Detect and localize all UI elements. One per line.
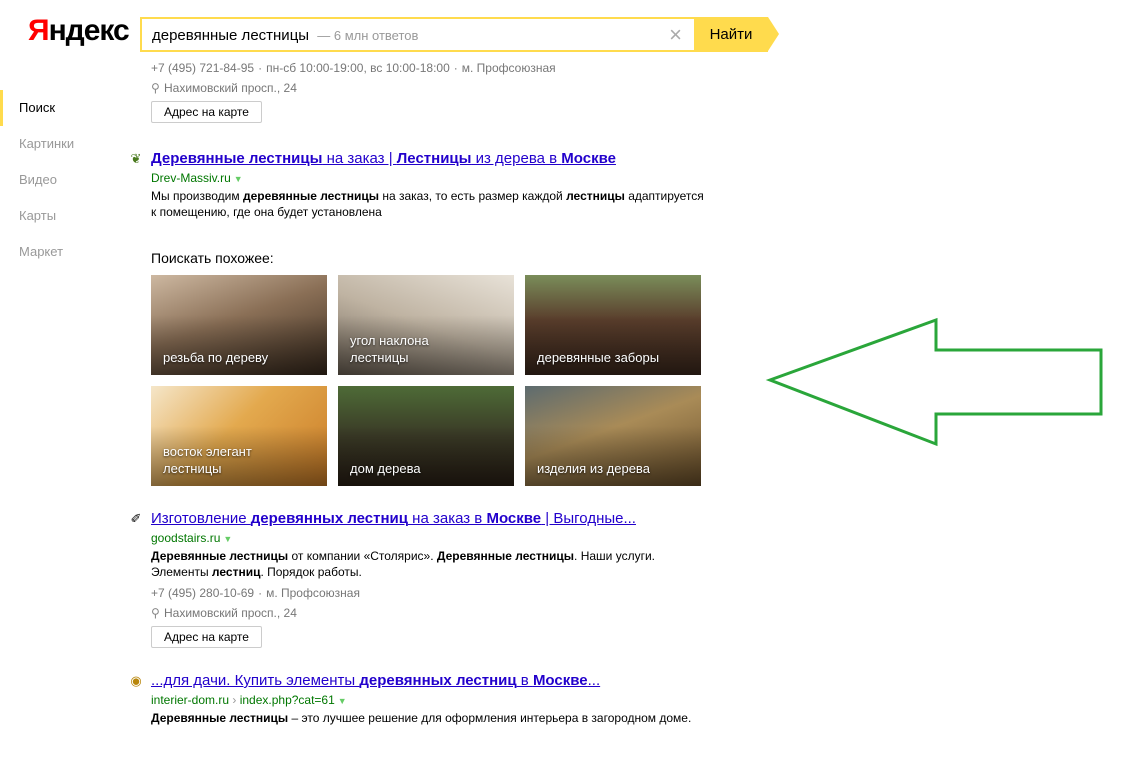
left-arrow-icon bbox=[765, 317, 1103, 447]
arrow-annotation bbox=[765, 317, 1103, 447]
